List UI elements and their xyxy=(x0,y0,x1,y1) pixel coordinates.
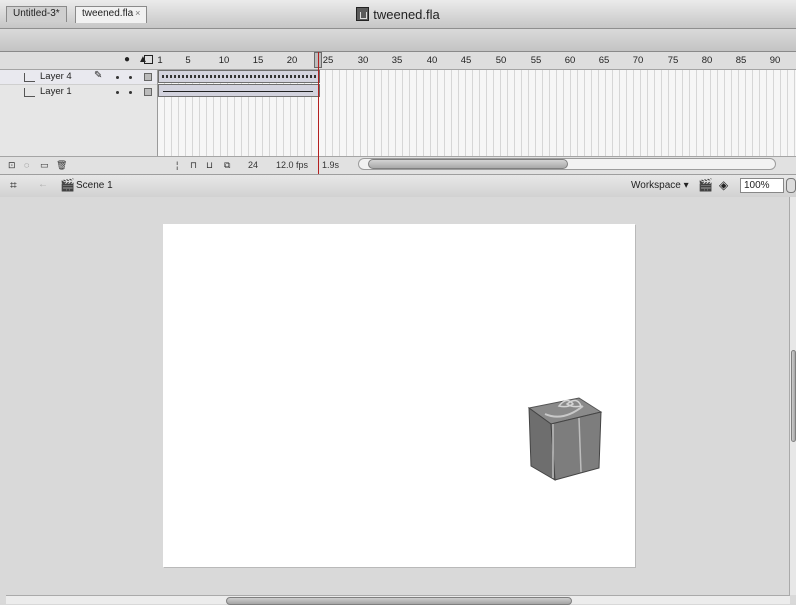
outline-icon[interactable] xyxy=(144,55,153,64)
horizontal-scroll-thumb[interactable] xyxy=(226,597,572,605)
clapper-icon: 🎬 xyxy=(60,178,75,192)
layer-row-layer-1[interactable]: Layer 1 xyxy=(0,84,157,99)
timeline-panel: ● ▲ 1 5 10 15 20 25 30 35 40 45 50 55 60… xyxy=(0,52,796,175)
frame-rate: 12.0 fps xyxy=(276,160,309,170)
new-layer-icon[interactable]: ⊡ xyxy=(8,160,16,171)
workspace-dropdown[interactable]: Workspace ▾ xyxy=(631,180,689,191)
center-frame-icon[interactable]: ¦ xyxy=(176,160,178,170)
delete-layer-icon[interactable]: 🗑 xyxy=(56,160,67,171)
visibility-dot[interactable] xyxy=(116,76,119,79)
edit-symbols-icon[interactable]: ◈ xyxy=(719,178,728,192)
tab-tweened[interactable]: tweened.fla × xyxy=(75,6,148,23)
timeline-header: ● ▲ 1 5 10 15 20 25 30 35 40 45 50 55 60… xyxy=(0,52,796,70)
frame-number: 75 xyxy=(667,55,679,66)
frame-number: 40 xyxy=(426,55,438,66)
lock-dot[interactable] xyxy=(129,76,132,79)
zoom-field[interactable]: 100% xyxy=(740,178,784,193)
pencil-icon: ✎ xyxy=(94,70,103,81)
current-frame: 24 xyxy=(248,160,259,170)
frame-number: 15 xyxy=(252,55,264,66)
edit-multiple-icon[interactable]: ⧉ xyxy=(224,160,230,171)
timeline-scroll-thumb[interactable] xyxy=(368,159,568,169)
playhead xyxy=(318,52,319,174)
frame-number: 55 xyxy=(530,55,542,66)
tween-arrow xyxy=(163,91,313,92)
eye-icon[interactable]: ● xyxy=(124,54,130,65)
edit-bar: ⌗ ← 🎬 Scene 1 Workspace ▾ 🎬 ◈ 100% xyxy=(0,174,796,198)
gift-box-icon[interactable] xyxy=(523,392,605,482)
layer-list: Layer 4 ✎ Layer 1 xyxy=(0,70,158,156)
add-guide-icon[interactable]: ◌ xyxy=(24,160,29,170)
visibility-dot[interactable] xyxy=(116,91,119,94)
frame-number: 60 xyxy=(564,55,576,66)
motion-guide-layer-icon xyxy=(24,73,35,82)
frame-grid[interactable] xyxy=(158,70,796,156)
frame-number: 1 xyxy=(157,55,163,66)
stage-grid-icon[interactable]: ⌗ xyxy=(10,178,17,193)
zoom-dropdown-arrow[interactable] xyxy=(786,178,796,193)
vertical-scroll-thumb[interactable] xyxy=(791,350,796,442)
frame-number: 65 xyxy=(598,55,610,66)
frame-number: 80 xyxy=(701,55,713,66)
layer-name: Layer 4 xyxy=(40,71,72,82)
layer-icon xyxy=(24,88,35,97)
tab-label: Untitled-3* xyxy=(13,8,60,19)
outline-square[interactable] xyxy=(144,88,152,96)
window-title-text: tweened.fla xyxy=(373,6,440,22)
outline-square[interactable] xyxy=(144,73,152,81)
frame-number: 50 xyxy=(495,55,507,66)
edit-scene-icon[interactable]: 🎬 xyxy=(698,178,713,192)
elapsed-time: 1.9s xyxy=(322,160,340,170)
lock-dot[interactable] xyxy=(129,91,132,94)
document-tab-bar xyxy=(0,29,796,52)
back-arrow-icon[interactable]: ← xyxy=(38,179,48,190)
tab-label: tweened.fla xyxy=(82,8,134,19)
layer-name: Layer 1 xyxy=(40,86,72,97)
new-folder-icon[interactable]: ▭ xyxy=(40,160,49,171)
frame-number: 35 xyxy=(391,55,403,66)
frame-number: 20 xyxy=(286,55,298,66)
fla-document-icon xyxy=(356,7,370,21)
scene-label[interactable]: Scene 1 xyxy=(76,180,113,191)
motion-path-line xyxy=(162,75,316,78)
frame-number: 5 xyxy=(185,55,191,66)
layer-row-layer-4[interactable]: Layer 4 ✎ xyxy=(0,70,157,84)
frame-number: 25 xyxy=(322,55,334,66)
frame-number: 70 xyxy=(632,55,644,66)
frame-number: 30 xyxy=(357,55,369,66)
frame-number: 85 xyxy=(735,55,747,66)
onion-outline-icon[interactable]: ⊔ xyxy=(206,160,213,171)
tab-close-icon[interactable]: × xyxy=(135,8,140,18)
onion-skin-icon[interactable]: ⊓ xyxy=(190,160,197,171)
tab-untitled-3[interactable]: Untitled-3* xyxy=(6,6,67,22)
frame-number: 90 xyxy=(769,55,781,66)
frame-number: 45 xyxy=(460,55,472,66)
frame-number: 10 xyxy=(218,55,230,66)
